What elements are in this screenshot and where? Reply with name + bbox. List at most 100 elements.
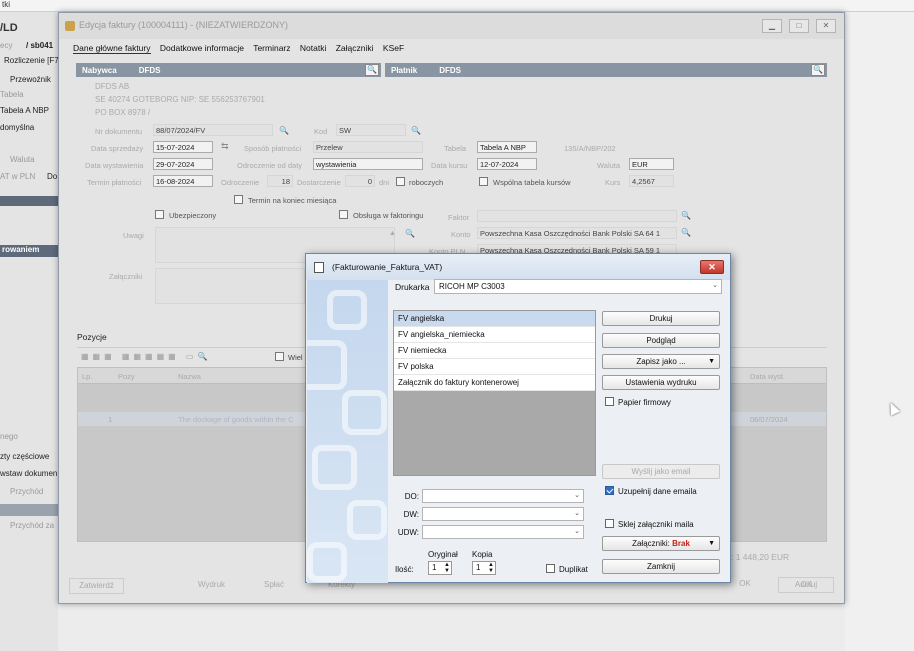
payment-method-select[interactable]: Przelew [313, 141, 423, 153]
tab-additional-info[interactable]: Dodatkowe informacje [160, 43, 244, 53]
printer-select[interactable]: RICOH MP C3003 ⌄ [434, 279, 722, 294]
end-of-month-checkbox[interactable] [234, 195, 243, 204]
to-label: DO: [404, 492, 419, 501]
toolbar-icons[interactable]: ▦▦▦ ▦▦▦▦▦ ▭🔍 [81, 352, 231, 362]
positions-tab[interactable]: Pozycje [77, 332, 107, 342]
print-dialog: (Fakturowanie_Faktura_VAT) ✕ Drukarka RI… [305, 253, 731, 583]
table-label: Tabela [444, 144, 467, 153]
approve-button[interactable]: Zatwierdź [69, 578, 124, 594]
table-number: 135/A/NBP/202 [564, 144, 616, 153]
account-field[interactable]: Powszechna Kasa Oszczędności Bank Polski… [477, 227, 677, 239]
insured-checkbox[interactable] [155, 210, 164, 219]
rate-field[interactable]: 4,2567 [629, 175, 674, 187]
print-menu-button[interactable]: Wydruk [189, 578, 234, 594]
factor-field[interactable] [477, 210, 677, 222]
bcc-label: UDW: [397, 528, 419, 537]
duplicate-checkbox[interactable]: Duplikat [546, 564, 588, 574]
search-icon[interactable]: 🔍 [405, 229, 415, 238]
rate-table-select[interactable]: Tabela A NBP [477, 141, 537, 153]
working-days-checkbox[interactable] [396, 177, 405, 186]
wiel-checkbox[interactable] [275, 352, 284, 361]
cc-field[interactable]: ⌄ [422, 507, 584, 521]
calendar-icon[interactable]: ⇆ [221, 141, 229, 152]
deco-shape [307, 542, 347, 582]
save-as-button[interactable]: Zapisz jako ... ▼ [602, 354, 720, 369]
copy-count-stepper[interactable]: 1 ▲ ▼ [472, 561, 496, 575]
close-button[interactable]: ✕ [816, 19, 836, 33]
search-icon[interactable]: 🔍 [681, 228, 691, 237]
payer-code: DFDS [439, 66, 462, 75]
tab-attachments[interactable]: Załączniki [336, 43, 374, 53]
fill-email-checkbox[interactable]: Uzupełnij dane emaila [605, 486, 697, 496]
report-list: FV angielska FV angielska_niemiecka FV n… [393, 310, 596, 476]
dialog-title: (Fakturowanie_Faktura_VAT) [332, 262, 443, 272]
payer-search-icon[interactable]: 🔍 [811, 64, 825, 76]
bcc-field[interactable]: ⌄ [422, 525, 584, 539]
attachments-field[interactable] [155, 268, 305, 304]
dialog-side-decoration [307, 280, 388, 583]
list-item[interactable]: FV angielska_niemiecka [394, 327, 595, 343]
tab-notes[interactable]: Notatki [300, 43, 326, 53]
pay-button[interactable]: Spłać [254, 578, 294, 594]
printer-label: Drukarka [395, 282, 430, 292]
tab-bar: Dane główne faktury Dodatkowe informacje… [73, 43, 411, 54]
tab-schedule[interactable]: Terminarz [253, 43, 290, 53]
cancel-button[interactable]: Anuluj [778, 577, 834, 593]
merge-attachments-checkbox[interactable]: Sklej załączniki maila [605, 519, 694, 529]
print-button[interactable]: Drukuj [602, 311, 720, 326]
tab-main-data[interactable]: Dane główne faktury [73, 43, 151, 54]
left-code: / sb041 [26, 41, 54, 50]
tab-ksef[interactable]: KSeF [383, 43, 404, 53]
deco-shape [342, 390, 387, 435]
list-item[interactable]: FV polska [394, 359, 595, 375]
original-count-stepper[interactable]: 1 ▲ ▼ [428, 561, 452, 575]
rate-date-field[interactable]: 12-07-2024 [477, 158, 537, 170]
letterhead-checkbox[interactable]: Papier firmowy [605, 397, 671, 407]
list-item[interactable]: FV angielska [394, 311, 595, 327]
scroll-up-icon[interactable]: ▲ [389, 230, 396, 237]
list-item[interactable]: FV niemiecka [394, 343, 595, 359]
close-dialog-button[interactable]: Zamknij [602, 559, 720, 574]
attachments-button[interactable]: Załączniki: Brak ▼ [602, 536, 720, 551]
deco-shape [347, 500, 387, 540]
maximize-button[interactable]: □ [789, 19, 809, 33]
to-field[interactable]: ⌄ [422, 489, 584, 503]
dialog-close-button[interactable]: ✕ [700, 260, 724, 274]
currency-label: Waluta [597, 161, 621, 170]
invoice-total: : 1 448,20 EUR [731, 552, 790, 562]
search-icon[interactable]: 🔍 [411, 126, 421, 135]
send-email-button[interactable]: Wyślij jako email [602, 464, 720, 479]
left-row: ecy [0, 41, 13, 50]
payment-due-field[interactable]: 16-08-2024 [153, 175, 213, 187]
minimize-button[interactable]: ▁ [762, 19, 782, 33]
sale-date-field[interactable]: 15-07-2024 [153, 141, 213, 153]
window-titlebar: Edycja faktury (100004111) - (NIEZATWIER… [59, 13, 844, 39]
deferral-from-select[interactable]: wystawienia [313, 158, 423, 170]
search-icon[interactable]: 🔍 [681, 211, 691, 220]
list-item[interactable]: Załącznik do faktury kontenerowej [394, 375, 595, 391]
left-row[interactable]: Przychód za [10, 521, 54, 530]
currency-select[interactable]: EUR [629, 158, 674, 170]
delivery-label: Dostarczenie [297, 178, 341, 187]
left-row[interactable]: Przychód [10, 487, 43, 496]
search-icon[interactable]: 🔍 [279, 126, 289, 135]
left-band [0, 196, 58, 206]
left-row[interactable]: Przewoźnik [10, 75, 51, 84]
delivery-days-field[interactable]: 0 [345, 175, 375, 187]
doc-number-field[interactable]: 88/07/2024/FV [153, 124, 273, 136]
left-row[interactable]: Rozliczenie [F7 [4, 56, 59, 65]
spinner-arrows-icon[interactable]: ▲ ▼ [444, 562, 450, 574]
factoring-checkbox[interactable] [339, 210, 348, 219]
left-band-label: rowaniem [0, 245, 58, 257]
print-settings-button[interactable]: Ustawienia wydruku [602, 375, 720, 390]
code-field[interactable]: SW [336, 124, 406, 136]
deferral-days-field[interactable]: 18 [267, 175, 293, 187]
spinner-arrows-icon[interactable]: ▲ ▼ [488, 562, 494, 574]
issue-date-field[interactable]: 29-07-2024 [153, 158, 213, 170]
col-pozy: Pozy [118, 372, 135, 381]
factor-label: Faktor [448, 213, 470, 222]
window-title: Edycja faktury (100004111) - (NIEZATWIER… [79, 20, 289, 30]
preview-button[interactable]: Podgląd [602, 333, 720, 348]
shared-rate-table-checkbox[interactable] [479, 177, 488, 186]
buyer-search-icon[interactable]: 🔍 [365, 64, 379, 76]
